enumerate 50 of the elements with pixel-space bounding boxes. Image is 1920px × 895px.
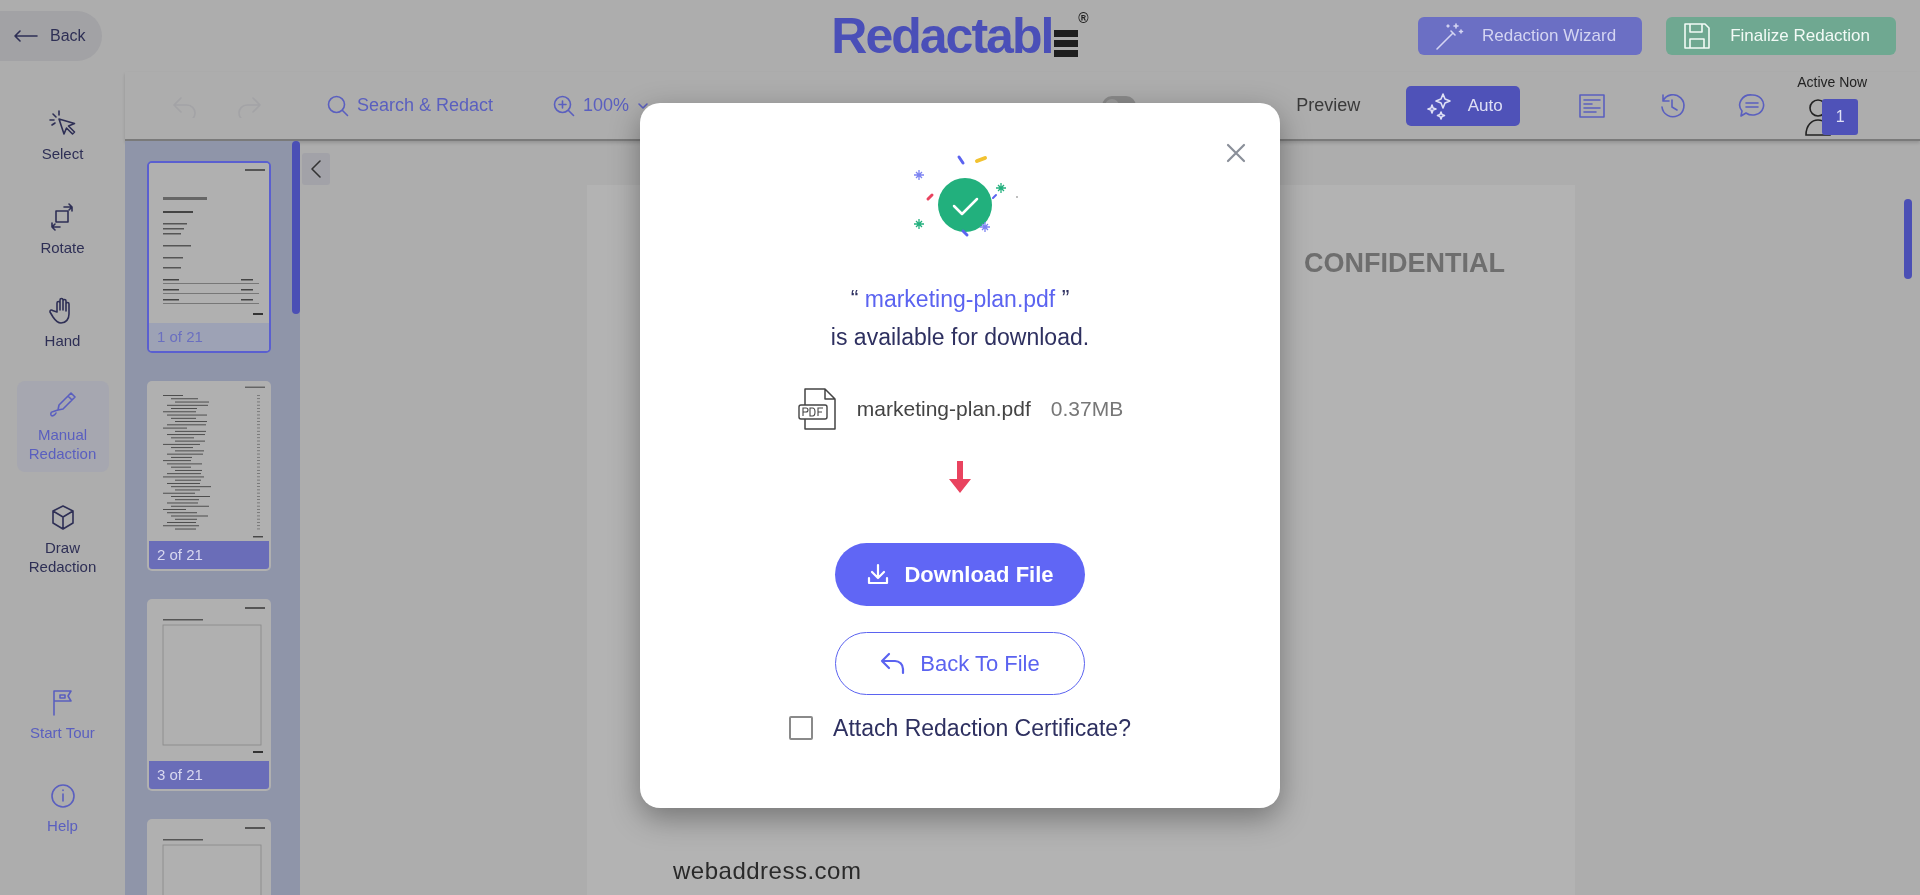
magic-wand-icon — [1433, 21, 1464, 51]
pdf-file-icon — [796, 386, 837, 431]
dialog-message: is available for download. — [830, 322, 1090, 352]
tool-button[interactable]: Draw Redaction — [16, 493, 109, 585]
arrow-down-icon — [947, 458, 973, 495]
finalize-redaction-button[interactable]: Finalize Redaction — [1666, 17, 1896, 55]
page-label: 3 of 21 — [149, 761, 269, 789]
arrow-left-icon — [14, 30, 38, 42]
history-icon — [1658, 91, 1687, 120]
chat-bubble-icon — [1738, 91, 1767, 120]
logo-text: Redactabl — [831, 11, 1053, 61]
redaction-wizard-button[interactable]: Redaction Wizard — [1417, 17, 1643, 55]
sidebar-link[interactable]: Help — [16, 772, 109, 844]
search-icon — [327, 94, 349, 117]
auto-button[interactable]: Auto — [1406, 85, 1521, 126]
reply-arrow-icon — [880, 651, 907, 676]
back-to-file-button[interactable]: Back To File — [835, 631, 1085, 695]
caret-icon — [637, 101, 650, 110]
chevron-left-icon — [310, 159, 322, 179]
file-name: marketing-plan.pdf — [856, 396, 1031, 423]
page-thumbnail[interactable]: 2 of 21 — [147, 381, 271, 571]
download-icon — [866, 562, 891, 587]
search-redact-button[interactable]: Search & Redact — [321, 91, 500, 120]
active-now-label: Active Now — [1797, 73, 1868, 92]
dialog-title: “ marketing-plan.pdf ” — [850, 285, 1070, 314]
tool-button[interactable]: Hand — [16, 287, 109, 359]
back-button[interactable]: Back — [0, 11, 102, 61]
certificate-checkbox[interactable] — [789, 716, 814, 741]
tool-button[interactable]: Manual Redaction — [16, 380, 109, 472]
document-footer: webaddress.com — [673, 853, 862, 889]
certificate-label: Attach Redaction Certificate? — [833, 713, 1131, 743]
active-count-badge: 1 — [1822, 99, 1859, 135]
preview-label: Preview — [1296, 94, 1361, 117]
document-lines-icon — [1578, 91, 1607, 120]
zoom-dropdown[interactable]: 100% — [547, 91, 656, 120]
scrollbar[interactable] — [1904, 199, 1912, 279]
tool-button[interactable]: Rotate — [16, 193, 109, 265]
collapse-panel-button[interactable] — [302, 153, 330, 185]
zoom-in-icon — [553, 94, 576, 117]
close-icon — [1226, 142, 1246, 163]
sidebar-link[interactable]: Start Tour — [16, 678, 109, 750]
document-heading: CONFIDENTIAL — [1304, 247, 1505, 280]
scrollbar[interactable] — [292, 141, 300, 314]
download-file-button[interactable]: Download File — [835, 542, 1085, 606]
tool-button[interactable]: Select — [16, 100, 109, 172]
registered-mark: ® — [1078, 11, 1089, 25]
logo-bars-icon — [1054, 28, 1079, 58]
page-label: 2 of 21 — [149, 541, 269, 569]
file-size: 0.37MB — [1050, 396, 1124, 423]
page-thumbnail[interactable]: 3 of 21 — [147, 599, 271, 791]
